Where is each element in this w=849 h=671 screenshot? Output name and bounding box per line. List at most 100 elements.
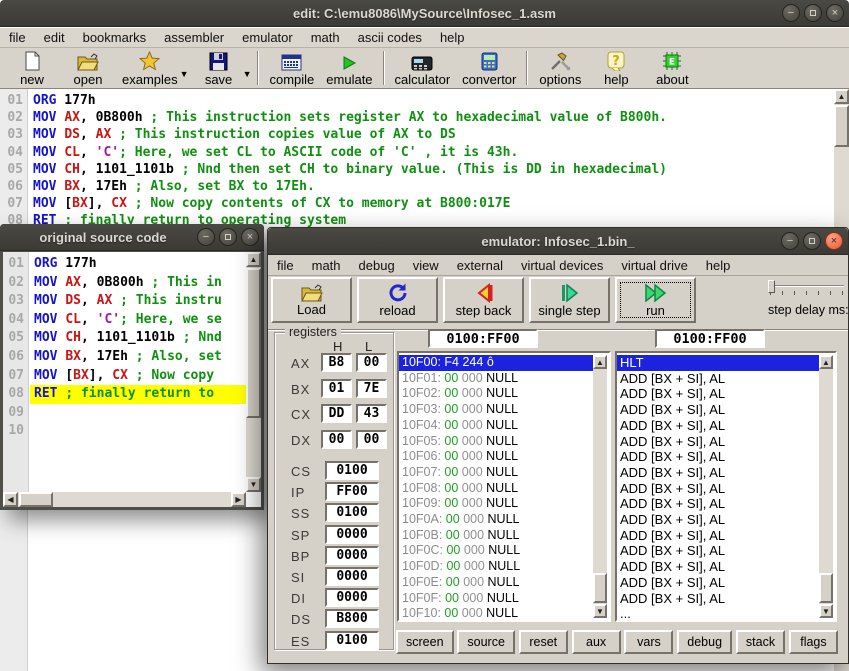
memory-row[interactable]: 10F05: 00 000 NULL <box>399 434 593 450</box>
maximize-button[interactable] <box>803 232 821 250</box>
register-bx-h-field[interactable] <box>321 379 352 398</box>
scroll-up-icon[interactable]: ▲ <box>246 252 261 267</box>
emu-menu-virtual-drive[interactable]: virtual drive <box>612 255 696 275</box>
memory-vscrollbar[interactable]: ▲ ▼ <box>593 355 607 618</box>
scroll-down-icon[interactable]: ▼ <box>819 604 833 618</box>
source-hscrollbar[interactable]: ◀ ▶ <box>3 492 246 507</box>
memory-row[interactable]: 10F0B: 00 000 NULL <box>399 528 593 544</box>
source-scroll-thumb[interactable] <box>246 268 261 418</box>
menu-help[interactable]: help <box>431 28 474 47</box>
register-ax-l-field[interactable] <box>356 353 387 372</box>
emulator-titlebar[interactable]: emulator: Infosec_1.bin_ − × <box>268 228 848 255</box>
register-cx-l-field[interactable] <box>356 404 387 423</box>
close-button[interactable]: × <box>241 228 259 246</box>
emu-menu-file[interactable]: file <box>268 255 303 275</box>
memory-row[interactable]: 10F09: 00 000 NULL <box>399 496 593 512</box>
screen-button[interactable]: screen <box>396 630 454 654</box>
disassembly-row[interactable]: ADD [BX + SI], AL <box>617 528 819 544</box>
emu-menu-debug[interactable]: debug <box>350 255 404 275</box>
register-ax-h-field[interactable] <box>321 353 352 372</box>
disassembly-row[interactable]: ADD [BX + SI], AL <box>617 543 819 559</box>
register-bx-l-field[interactable] <box>356 379 387 398</box>
flags-button[interactable]: flags <box>789 630 838 654</box>
disassembly-row[interactable]: ADD [BX + SI], AL <box>617 418 819 434</box>
dropdown-chevron-icon[interactable]: ▼ <box>180 69 189 79</box>
scroll-up-icon[interactable]: ▲ <box>593 355 607 369</box>
register-ss-field[interactable] <box>325 503 379 522</box>
examples-button[interactable]: examples <box>116 48 184 88</box>
maximize-button[interactable] <box>219 228 237 246</box>
disassembly-row[interactable]: ADD [BX + SI], AL <box>617 481 819 497</box>
memory-row[interactable]: 10F0A: 00 000 NULL <box>399 512 593 528</box>
memory-row[interactable]: 10F06: 00 000 NULL <box>399 449 593 465</box>
memory-row[interactable]: 10F08: 00 000 NULL <box>399 481 593 497</box>
vars-button[interactable]: vars <box>624 630 673 654</box>
memory-row[interactable]: 10F0D: 00 000 NULL <box>399 559 593 575</box>
aux-button[interactable]: aux <box>572 630 621 654</box>
menu-ascii-codes[interactable]: ascii codes <box>349 28 431 47</box>
menu-edit[interactable]: edit <box>35 28 74 47</box>
scroll-up-icon[interactable]: ▲ <box>819 355 833 369</box>
memory-row[interactable]: 10F00: F4 244 ô <box>399 355 593 371</box>
disassembly-row[interactable]: ADD [BX + SI], AL <box>617 559 819 575</box>
source-titlebar[interactable]: original source code − × <box>0 224 264 251</box>
emu-menu-math[interactable]: math <box>303 255 350 275</box>
scroll-right-icon[interactable]: ▶ <box>231 492 246 507</box>
source-text-area[interactable]: ORG 177hMOV AX, 0B800h ; This inMOV DS, … <box>30 252 246 492</box>
memory-row[interactable]: 10F03: 00 000 NULL <box>399 402 593 418</box>
disassembly-row[interactable]: ADD [BX + SI], AL <box>617 386 819 402</box>
help-button[interactable]: ?help <box>588 48 644 88</box>
step-delay-slider[interactable]: step delay ms: 0 <box>768 283 844 317</box>
register-dx-l-field[interactable] <box>356 430 387 449</box>
register-ds-field[interactable] <box>325 609 379 628</box>
register-cs-field[interactable] <box>325 461 379 480</box>
disasm-address-field[interactable] <box>655 329 765 348</box>
disassembly-row[interactable]: ADD [BX + SI], AL <box>617 371 819 387</box>
slider-thumb[interactable] <box>768 280 775 293</box>
disassembly-row[interactable]: ADD [BX + SI], AL <box>617 402 819 418</box>
reset-button[interactable]: reset <box>519 630 568 654</box>
register-es-field[interactable] <box>325 631 379 650</box>
disassembly-row[interactable]: ADD [BX + SI], AL <box>617 591 819 607</box>
run-button[interactable]: run <box>615 277 696 323</box>
memory-row[interactable]: 10F10: 00 000 NULL <box>399 606 593 618</box>
source-button[interactable]: source <box>457 630 515 654</box>
register-si-field[interactable] <box>325 567 379 586</box>
compile-button[interactable]: compile <box>263 48 320 88</box>
disassembly-row[interactable]: ... <box>617 606 819 618</box>
edit-titlebar[interactable]: edit: C:\emu8086\MySource\Infosec_1.asm … <box>0 0 849 27</box>
memory-row[interactable]: 10F01: 00 000 NULL <box>399 371 593 387</box>
Load-button[interactable]: Load <box>271 277 352 323</box>
disassembly-row[interactable]: ADD [BX + SI], AL <box>617 449 819 465</box>
register-sp-field[interactable] <box>325 525 379 544</box>
disassembly-row[interactable]: ADD [BX + SI], AL <box>617 512 819 528</box>
menu-emulator[interactable]: emulator <box>233 28 302 47</box>
reload-button[interactable]: reload <box>357 277 438 323</box>
disassembly-row[interactable]: ADD [BX + SI], AL <box>617 465 819 481</box>
scroll-down-icon[interactable]: ▼ <box>246 477 261 492</box>
minimize-button[interactable]: − <box>782 4 800 22</box>
scroll-up-icon[interactable]: ▲ <box>834 89 849 104</box>
convertor-button[interactable]: convertor <box>456 48 522 88</box>
memory-row[interactable]: 10F07: 00 000 NULL <box>399 465 593 481</box>
disassembly-row[interactable]: ADD [BX + SI], AL <box>617 575 819 591</box>
menu-math[interactable]: math <box>302 28 349 47</box>
open-button[interactable]: open <box>60 48 116 88</box>
emu-menu-view[interactable]: view <box>404 255 448 275</box>
register-bp-field[interactable] <box>325 546 379 565</box>
menu-assembler[interactable]: assembler <box>155 28 233 47</box>
source-vscrollbar[interactable]: ▲ ▼ <box>246 252 261 492</box>
disassembly-scroll-thumb[interactable] <box>819 573 833 603</box>
dropdown-chevron-icon[interactable]: ▼ <box>243 69 252 79</box>
memory-address-field[interactable] <box>428 329 538 348</box>
emulate-button[interactable]: emulate <box>320 48 378 88</box>
emu-menu-help[interactable]: help <box>697 255 740 275</box>
memory-row[interactable]: 10F04: 00 000 NULL <box>399 418 593 434</box>
scroll-down-icon[interactable]: ▼ <box>593 604 607 618</box>
register-dx-h-field[interactable] <box>321 430 352 449</box>
step-back-button[interactable]: step back <box>443 277 524 323</box>
menu-file[interactable]: file <box>0 28 35 47</box>
minimize-button[interactable]: − <box>197 228 215 246</box>
disassembly-vscrollbar[interactable]: ▲ ▼ <box>819 355 833 618</box>
calculator-button[interactable]: calculator <box>389 48 457 88</box>
